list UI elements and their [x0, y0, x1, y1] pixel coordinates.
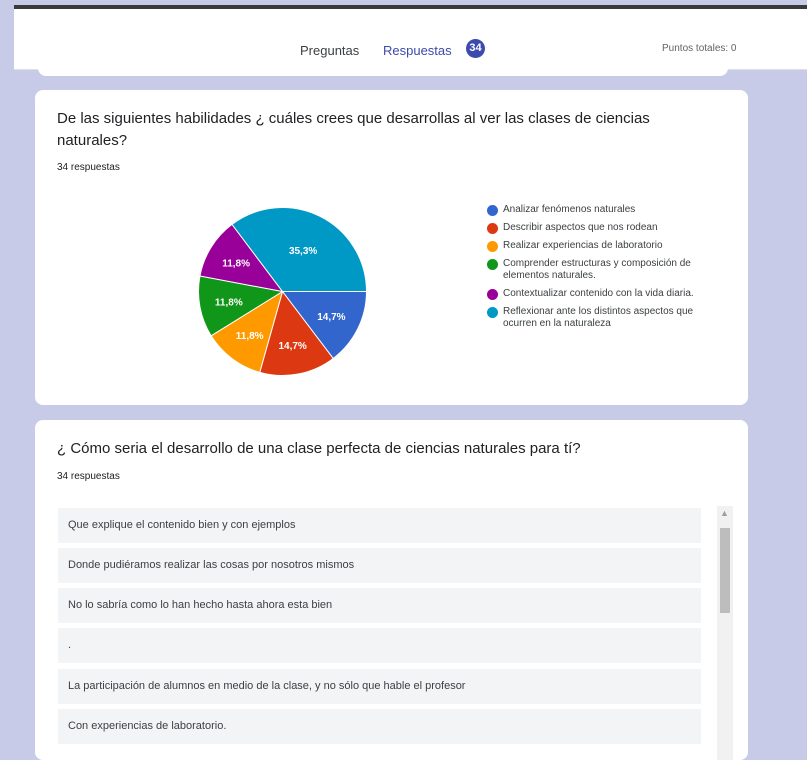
- answer-item: La participación de alumnos en medio de …: [58, 669, 701, 704]
- pie-slice-label: 14,7%: [278, 341, 306, 352]
- legend-item: Describir aspectos que nos rodean: [487, 222, 717, 234]
- legend-swatch: [487, 289, 498, 300]
- answer-item: No lo sabría como lo han hecho hasta aho…: [58, 588, 701, 623]
- legend-item: Contextualizar contenido con la vida dia…: [487, 288, 717, 300]
- answer-item: Donde pudiéramos realizar las cosas por …: [58, 548, 701, 583]
- question-title: ¿ Cómo seria el desarrollo de una clase …: [57, 440, 581, 457]
- legend-item: Reflexionar ante los distintos aspectos …: [487, 306, 717, 330]
- scroll-up-icon[interactable]: ▲: [720, 508, 729, 518]
- legend-swatch: [487, 205, 498, 216]
- pie-slice-label: 11,8%: [215, 298, 243, 309]
- answers-scrollbar[interactable]: ▲: [717, 506, 733, 760]
- pie-slice-label: 35,3%: [289, 246, 317, 257]
- legend-label: Contextualizar contenido con la vida dia…: [503, 288, 694, 299]
- pie-slice-label: 14,7%: [317, 312, 345, 323]
- legend-swatch: [487, 241, 498, 252]
- question-title: De las siguientes habilidades ¿ cuáles c…: [57, 110, 650, 149]
- question-card-1: De las siguientes habilidades ¿ cuáles c…: [35, 90, 748, 405]
- question-card-2: ¿ Cómo seria el desarrollo de una clase …: [35, 420, 748, 760]
- legend-label: Comprender estructuras y composición de …: [503, 258, 691, 281]
- responses-count-badge: 34: [466, 39, 485, 58]
- response-count: 34 respuestas: [57, 162, 120, 173]
- legend-label: Describir aspectos que nos rodean: [503, 222, 658, 233]
- total-points: Puntos totales: 0: [662, 43, 737, 54]
- legend-label: Realizar experiencias de laboratorio: [503, 240, 663, 251]
- pie-slice-label: 11,8%: [236, 331, 264, 342]
- answer-item: .: [58, 628, 701, 663]
- legend-label: Reflexionar ante los distintos aspectos …: [503, 306, 694, 329]
- legend-item: Analizar fenómenos naturales: [487, 204, 717, 216]
- pie-slice-label: 11,8%: [222, 259, 250, 270]
- pie-chart: 14,7% 14,7% 11,8% 11,8% 11,8% 35,3%: [195, 204, 370, 384]
- tab-respuestas[interactable]: Respuestas: [383, 43, 452, 58]
- chart-legend: Analizar fenómenos naturales Describir as…: [487, 204, 717, 336]
- response-count: 34 respuestas: [57, 471, 120, 482]
- tab-preguntas[interactable]: Preguntas: [300, 43, 359, 58]
- answer-item: Con experiencias de laboratorio.: [58, 709, 701, 744]
- legend-item: Comprender estructuras y composición de …: [487, 258, 717, 282]
- legend-swatch: [487, 259, 498, 270]
- legend-label: Analizar fenómenos naturales: [503, 204, 636, 215]
- scrollbar-thumb[interactable]: [720, 528, 730, 613]
- legend-swatch: [487, 223, 498, 234]
- legend-swatch: [487, 307, 498, 318]
- answer-item: Que explique el contenido bien y con eje…: [58, 508, 701, 543]
- previous-card-edge: [38, 60, 728, 76]
- legend-item: Realizar experiencias de laboratorio: [487, 240, 717, 252]
